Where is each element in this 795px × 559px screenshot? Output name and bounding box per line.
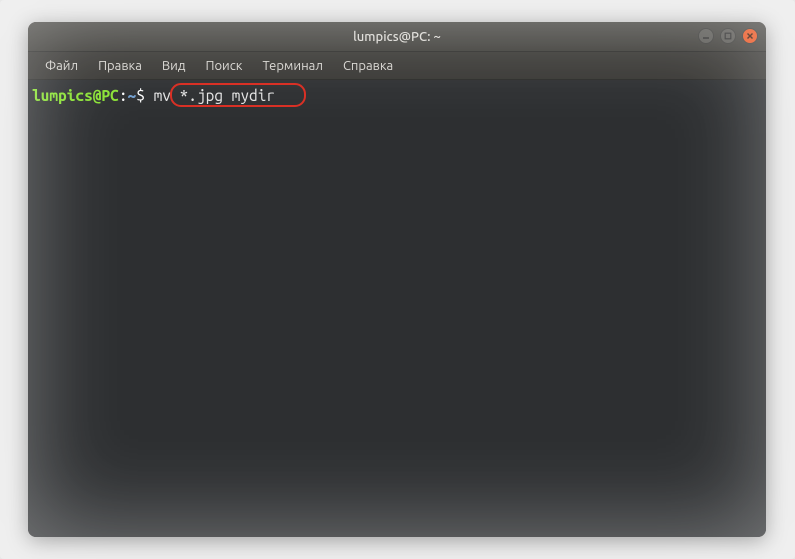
minimize-button[interactable] — [698, 28, 714, 44]
titlebar: lumpics@PC: ~ — [28, 22, 766, 52]
menu-edit[interactable]: Правка — [89, 55, 151, 77]
menu-terminal[interactable]: Терминал — [253, 55, 331, 77]
maximize-button[interactable] — [720, 28, 736, 44]
prompt-symbol: $ — [136, 87, 145, 104]
maximize-icon — [724, 32, 732, 40]
command-text: mv *.jpg mydir — [154, 87, 276, 104]
prompt-sep: : — [119, 87, 128, 104]
close-icon — [746, 32, 754, 40]
menu-view[interactable]: Вид — [153, 55, 195, 77]
menu-help[interactable]: Справка — [334, 55, 402, 77]
close-button[interactable] — [742, 28, 758, 44]
menu-file[interactable]: Файл — [36, 55, 87, 77]
prompt-space — [145, 87, 154, 104]
terminal-area[interactable]: lumpics@PC:~$ mv *.jpg mydir — [28, 80, 766, 537]
window-controls — [698, 28, 758, 44]
prompt-user-host: lumpics@PC — [32, 87, 119, 104]
window-title: lumpics@PC: ~ — [353, 30, 441, 44]
prompt-line: lumpics@PC:~$ mv *.jpg mydir — [32, 86, 762, 106]
menu-search[interactable]: Поиск — [196, 55, 251, 77]
terminal-window: lumpics@PC: ~ Файл Правка Вид Поиск Терм… — [28, 22, 766, 537]
menubar: Файл Правка Вид Поиск Терминал Справка — [28, 52, 766, 80]
prompt-path: ~ — [128, 87, 137, 104]
minimize-icon — [702, 32, 710, 40]
